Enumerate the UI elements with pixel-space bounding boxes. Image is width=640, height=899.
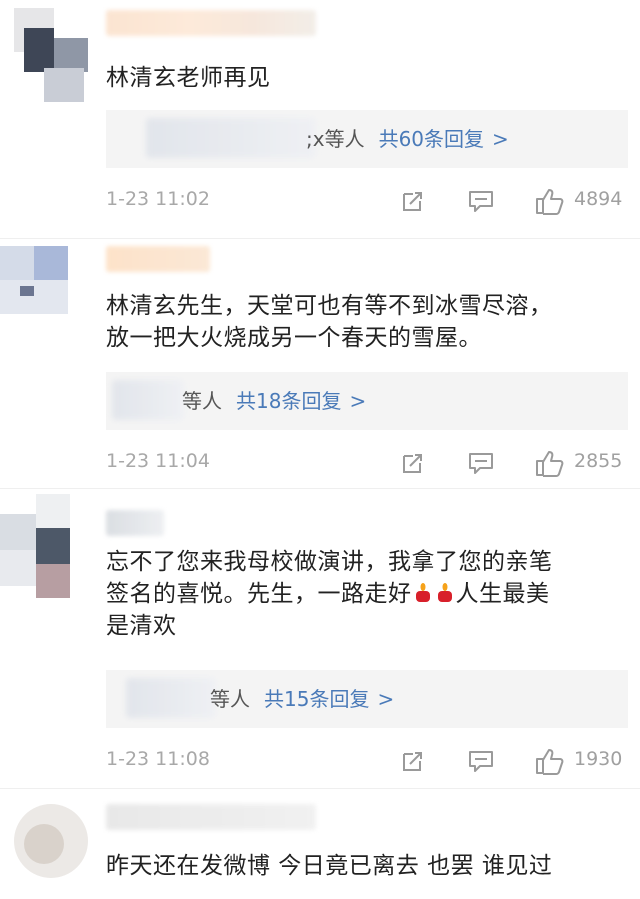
reply-usernames-blurred <box>126 678 216 718</box>
username-blurred[interactable] <box>106 804 316 830</box>
comment-icon[interactable] <box>466 746 496 776</box>
username-blurred[interactable] <box>106 510 164 536</box>
timestamp: 1-23 11:02 <box>106 188 210 210</box>
timestamp: 1-23 11:08 <box>106 748 210 770</box>
thumbs-up-icon[interactable] <box>534 448 564 478</box>
chevron-right-icon: > <box>349 389 367 413</box>
comment-item: 忘不了您来我母校做演讲，我拿了您的亲笔 签名的喜悦。先生，一路走好 人生最美 是清… <box>0 490 640 790</box>
like-count: 2855 <box>574 450 623 472</box>
comment-text: 忘不了您来我母校做演讲，我拿了您的亲笔 签名的喜悦。先生，一路走好 人生最美 是清… <box>106 549 553 639</box>
avatar[interactable] <box>14 8 88 102</box>
reply-authors: ;x等人 <box>306 127 365 151</box>
comment-meta: 1-23 11:02 4894 <box>106 186 628 216</box>
candle-emoji-icon <box>415 583 430 602</box>
share-icon[interactable] <box>398 186 428 216</box>
timestamp: 1-23 11:04 <box>106 450 210 472</box>
chevron-right-icon: > <box>492 127 509 151</box>
comment-icon[interactable] <box>466 186 496 216</box>
reply-count-link[interactable]: 共15条回复 <box>264 687 369 711</box>
divider <box>0 788 640 789</box>
username-blurred[interactable] <box>106 246 210 272</box>
like-count: 1930 <box>574 748 623 770</box>
avatar[interactable] <box>0 246 88 334</box>
reply-count-link[interactable]: 共18条回复 <box>236 389 341 413</box>
reply-usernames-blurred <box>146 118 316 158</box>
comment-item: 林清玄老师再见 ;x等人 共60条回复 > 1-23 11:02 4894 <box>0 0 640 240</box>
candle-emoji-icon <box>437 583 452 602</box>
comment-text: 林清玄先生，天堂可也有等不到冰雪尽溶， 放一把大火烧成另一个春天的雪屋。 <box>106 293 553 351</box>
reply-usernames-blurred <box>112 380 184 420</box>
username-blurred[interactable] <box>106 10 316 36</box>
comment-icon[interactable] <box>466 448 496 478</box>
divider <box>0 238 640 239</box>
share-icon[interactable] <box>398 746 428 776</box>
comment-text: 林清玄老师再见 <box>106 65 271 91</box>
reply-count-link[interactable]: 共60条回复 <box>379 127 484 151</box>
divider <box>0 488 640 489</box>
chevron-right-icon: > <box>377 687 395 711</box>
comment-meta: 1-23 11:08 1930 <box>106 746 628 776</box>
thumbs-up-icon[interactable] <box>534 186 564 216</box>
reply-authors: 等人 <box>182 389 222 413</box>
reply-summary[interactable]: ;x等人 共60条回复 > <box>106 110 628 168</box>
comment-item: 昨天还在发微博 今日竟已离去 也罢 谁见过 <box>0 790 640 899</box>
comment-item: 林清玄先生，天堂可也有等不到冰雪尽溶， 放一把大火烧成另一个春天的雪屋。 等人共… <box>0 240 640 490</box>
share-icon[interactable] <box>398 448 428 478</box>
reply-authors: 等人 <box>210 687 250 711</box>
avatar[interactable] <box>14 804 88 878</box>
comment-text: 昨天还在发微博 今日竟已离去 也罢 谁见过 <box>106 853 553 879</box>
avatar[interactable] <box>0 494 92 602</box>
thumbs-up-icon[interactable] <box>534 746 564 776</box>
comment-meta: 1-23 11:04 2855 <box>106 448 628 478</box>
like-count: 4894 <box>574 188 623 210</box>
reply-summary[interactable]: 等人 共18条回复 > <box>106 372 628 430</box>
reply-summary[interactable]: 等人 共15条回复 > <box>106 670 628 728</box>
